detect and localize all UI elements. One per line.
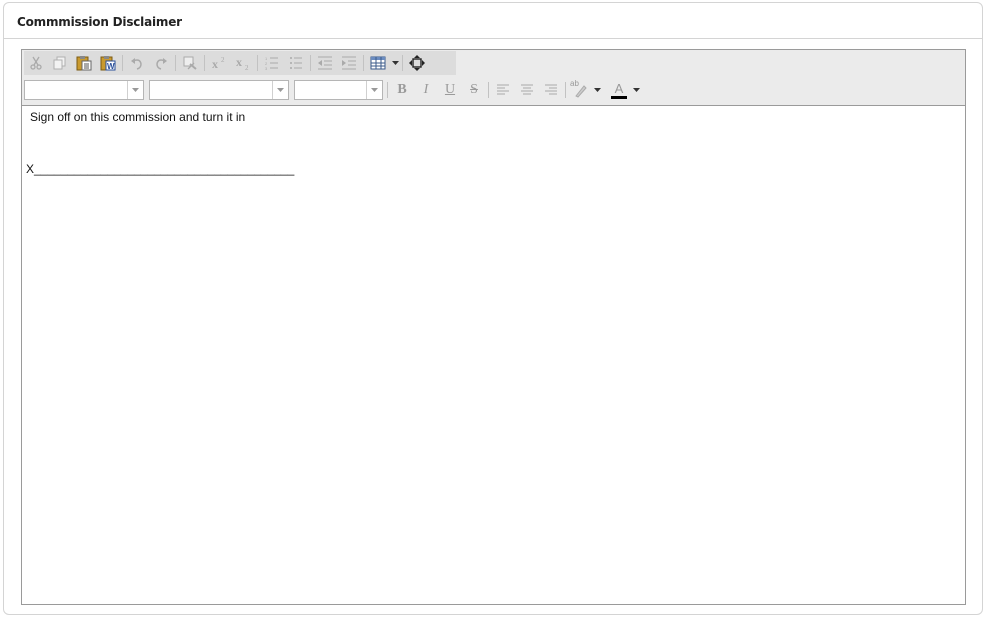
align-center-icon[interactable] [515,79,539,101]
font-color-dropdown-arrow-icon[interactable] [631,79,641,101]
align-right-icon[interactable] [539,79,563,101]
cut-icon[interactable] [24,52,48,74]
toolbar-separator [565,82,566,98]
table-dropdown-arrow-icon[interactable] [390,52,400,74]
svg-text:2: 2 [245,64,249,70]
toolbar-separator [363,55,364,71]
toolbar-row-1: W x2 x2 123 [24,51,456,75]
toolbar-separator [204,55,205,71]
subscript-icon[interactable]: x2 [231,52,255,74]
highlight-label: ab [570,79,579,88]
font-name-dropdown[interactable] [149,80,289,100]
svg-text:W: W [107,62,115,71]
svg-text:x: x [236,56,242,69]
highlight-dropdown-arrow-icon[interactable] [592,79,602,101]
toolbar-separator [488,82,489,98]
paste-icon[interactable] [72,52,96,74]
disclaimer-text: Sign off on this commission and turn it … [30,110,246,124]
toolbar-separator [402,55,403,71]
panel-header: Commmission Disclaimer [4,3,982,39]
undo-icon[interactable] [125,52,149,74]
strikethrough-button[interactable]: S [462,79,486,101]
font-color-swatch [611,95,627,99]
svg-text:x: x [212,57,218,70]
editor-toolbar: W x2 x2 123 B I U S ab A [22,50,965,106]
paragraph-style-dropdown[interactable] [24,80,144,100]
chevron-down-icon [272,81,288,99]
bold-button[interactable]: B [390,79,414,101]
svg-text:3: 3 [265,66,268,70]
copy-icon[interactable] [48,52,72,74]
superscript-icon[interactable]: x2 [207,52,231,74]
outdent-icon[interactable] [313,52,337,74]
svg-text:2: 2 [221,56,225,64]
bulleted-list-icon[interactable] [284,52,308,74]
signature-line: X_______________________________________ [26,162,295,176]
toolbar-separator [310,55,311,71]
panel-title: Commmission Disclaimer [17,15,182,29]
indent-icon[interactable] [337,52,361,74]
rich-text-editor: W x2 x2 123 B I U S ab A Sign off on thi… [21,49,966,605]
toolbar-row-2: B I U S ab A [24,78,667,102]
chevron-down-icon [366,81,382,99]
redo-icon[interactable] [149,52,173,74]
font-color-button[interactable]: A [607,79,631,101]
editor-content-area[interactable]: Sign off on this commission and turn it … [22,106,965,604]
format-stripper-icon[interactable] [178,52,202,74]
toolbar-separator [175,55,176,71]
toggle-fullscreen-icon[interactable] [405,52,429,74]
toolbar-separator [122,55,123,71]
numbered-list-icon[interactable]: 123 [260,52,284,74]
font-color-label: A [614,80,624,96]
insert-table-icon[interactable] [366,52,390,74]
paste-from-word-icon[interactable]: W [96,52,120,74]
italic-button[interactable]: I [414,79,438,101]
highlight-color-button[interactable]: ab [568,79,592,101]
underline-button[interactable]: U [438,79,462,101]
align-left-icon[interactable] [491,79,515,101]
font-size-dropdown[interactable] [294,80,383,100]
toolbar-separator [387,82,388,98]
toolbar-separator [257,55,258,71]
chevron-down-icon [127,81,143,99]
